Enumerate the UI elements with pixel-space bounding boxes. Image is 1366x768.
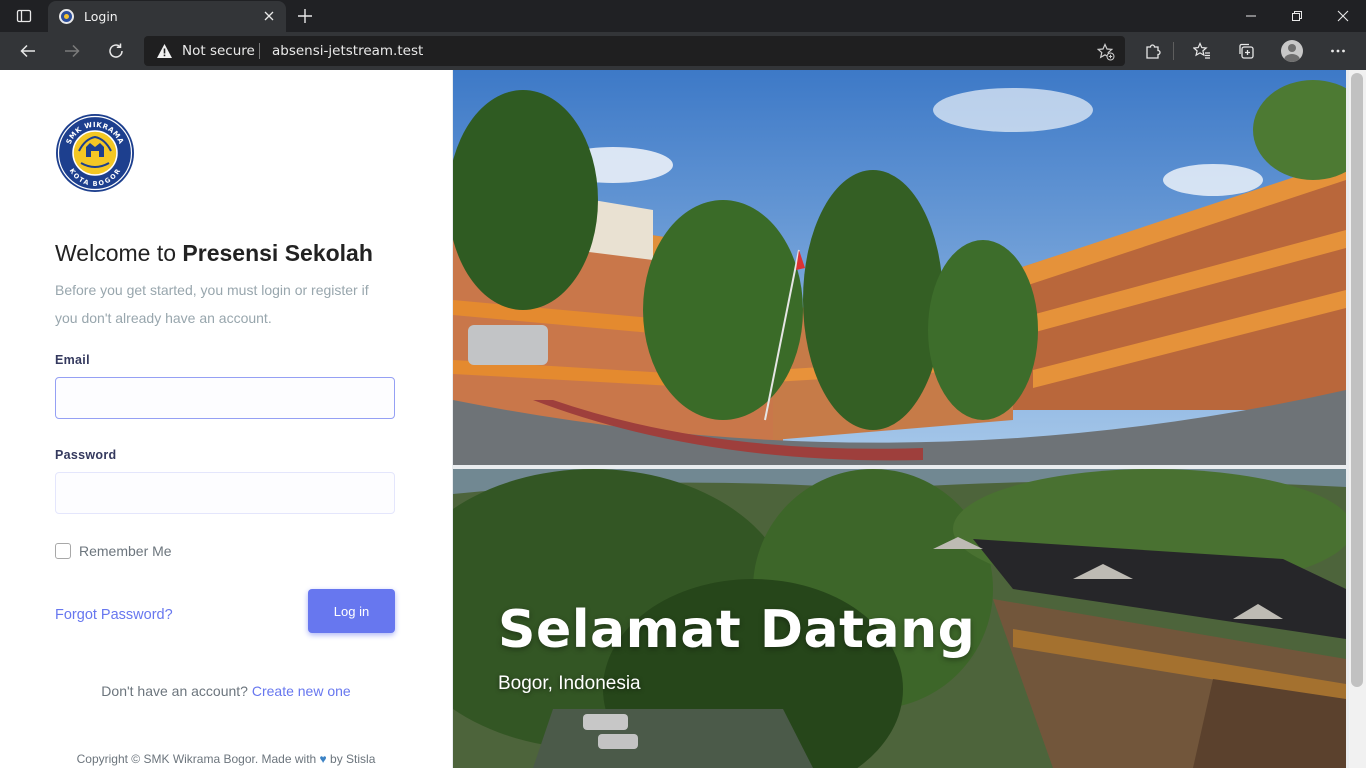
browser-tab-bar: Login [0,0,1366,32]
reload-icon [109,43,123,58]
signup-prompt: Don't have an account? Create new one [0,683,452,699]
minimize-icon [1246,15,1256,17]
close-icon [264,11,274,21]
hero-subtitle: Bogor, Indonesia [498,673,641,694]
star-add-icon [1097,43,1115,61]
favorites-icon [1193,42,1210,59]
close-icon [1337,10,1349,22]
arrow-right-icon [65,44,80,58]
scrollbar-thumb[interactable] [1351,73,1363,687]
collections-button[interactable] [1232,37,1260,65]
tab-actions-button[interactable] [8,4,40,28]
hero-title: Selamat Datang [498,600,976,660]
restore-icon [1292,11,1302,21]
tab-favicon-icon [59,9,74,24]
address-bar[interactable]: Not secure absensi-jetstream.test [144,36,1125,66]
toolbar-divider [1173,42,1174,60]
more-horizontal-icon [1331,49,1345,53]
heart-icon: ♥ [319,752,327,766]
browser-toolbar: Not secure absensi-jetstream.test [0,32,1366,70]
add-favorite-button[interactable] [1095,41,1117,63]
signup-prompt-text: Don't have an account? [101,683,248,699]
hero-panel [452,70,1349,768]
remember-me-label[interactable]: Remember Me [79,543,172,559]
copyright-footer: Copyright © SMK Wikrama Bogor. Made with… [0,752,452,766]
collections-icon [1239,43,1254,59]
password-label: Password [55,448,117,462]
forward-button[interactable] [58,37,86,65]
warning-icon [157,44,172,58]
remember-me-checkbox[interactable] [55,543,71,559]
close-window-button[interactable] [1320,0,1366,32]
school-building-photo [453,70,1346,465]
profile-avatar[interactable] [1281,40,1303,62]
reload-button[interactable] [102,37,130,65]
favorites-button[interactable] [1188,37,1216,65]
forgot-password-link[interactable]: Forgot Password? [55,607,173,623]
tab-actions-icon [16,9,32,23]
settings-menu-button[interactable] [1324,37,1352,65]
page-title: Welcome to Presensi Sekolah [55,240,373,267]
page-scrollbar[interactable] [1349,70,1366,768]
security-status[interactable]: Not secure [182,43,255,59]
restore-button[interactable] [1274,0,1320,32]
email-label: Email [55,353,90,367]
create-account-link[interactable]: Create new one [252,683,351,699]
copyright-prefix: Copyright © SMK Wikrama Bogor. Made with [76,752,317,766]
extensions-button[interactable] [1139,37,1167,65]
back-button[interactable] [14,37,42,65]
tab-title: Login [84,9,118,24]
login-panel: SMK WIKRAMA KOTA BOGOR Welcome to Presen… [0,70,452,768]
welcome-prefix: Welcome to [55,240,183,266]
address-separator [259,43,260,59]
puzzle-icon [1146,44,1161,59]
url-text[interactable]: absensi-jetstream.test [272,43,423,59]
welcome-brand: Presensi Sekolah [182,240,373,266]
welcome-subtitle: Before you get started, you must login o… [55,282,369,326]
tab-close-button[interactable] [260,7,278,25]
email-field[interactable] [55,377,395,419]
new-tab-button[interactable] [293,4,317,28]
page-viewport: SMK WIKRAMA KOTA BOGOR Welcome to Presen… [0,70,1366,768]
school-logo: SMK WIKRAMA KOTA BOGOR [55,113,135,193]
plus-icon [298,9,312,23]
login-button[interactable]: Log in [308,589,395,633]
minimize-button[interactable] [1228,0,1274,32]
copyright-suffix: by Stisla [330,752,376,766]
password-field[interactable] [55,472,395,514]
arrow-left-icon [20,44,35,58]
browser-tab-login[interactable]: Login [48,1,286,32]
